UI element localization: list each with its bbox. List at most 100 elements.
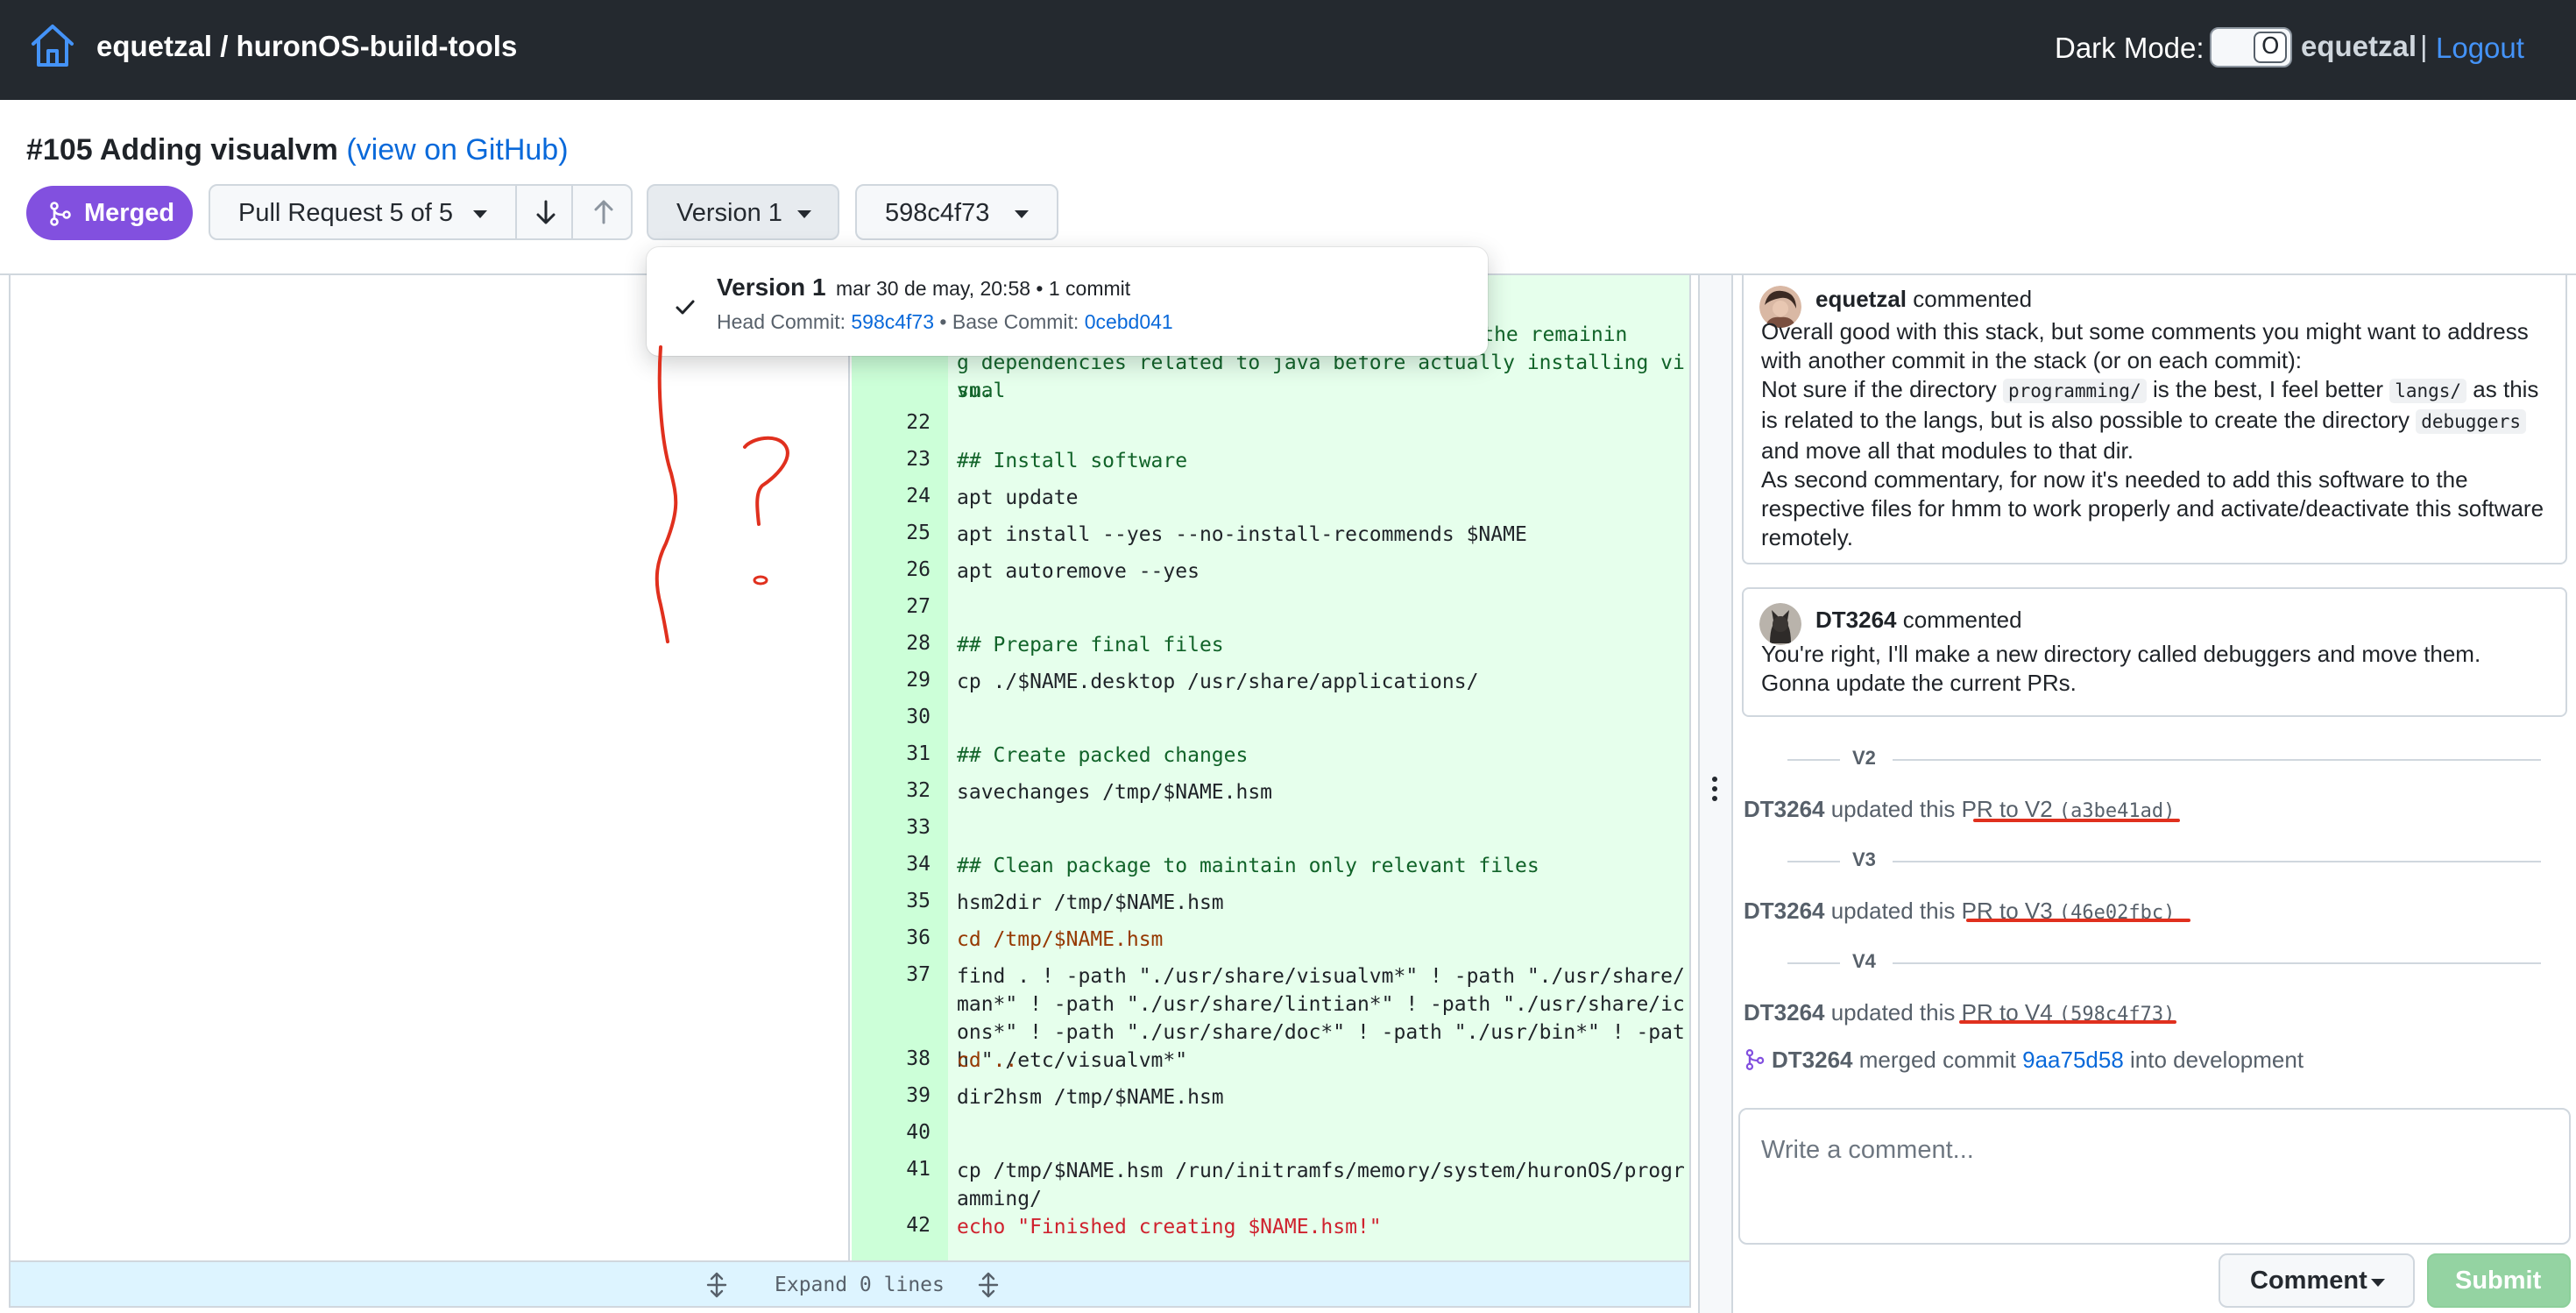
line-number: 29 (906, 669, 931, 692)
view-on-github-link[interactable]: (view on GitHub) (346, 133, 568, 167)
comment-action: commented (1913, 286, 2033, 312)
merge-icon (1745, 1049, 1765, 1070)
submit-label: Submit (2455, 1267, 2542, 1295)
base-commit-link[interactable]: 0cebd041 (1085, 310, 1173, 333)
line-number: 24 (906, 485, 931, 507)
red-underline-annotation (1966, 919, 2190, 922)
line-number: 37 (906, 963, 931, 986)
version-selector-label: Version 1 (676, 199, 782, 227)
version-label: V4 (1852, 950, 1876, 972)
version-option-name[interactable]: Version 1 (717, 273, 826, 302)
event-user[interactable]: DT3264 (1744, 898, 1825, 924)
current-username: equetzal (2301, 30, 2417, 62)
avatar (1759, 603, 1801, 645)
event-user[interactable]: DT3264 (1744, 999, 1825, 1026)
expand-lines-label[interactable]: Expand 0 lines (775, 1274, 945, 1296)
red-underline-annotation (1959, 1020, 2176, 1024)
version-divider: V2 (1787, 747, 2541, 773)
comment-textarea[interactable]: Write a comment... (1738, 1108, 2571, 1245)
code-line: ## Prepare final files (957, 634, 1224, 656)
version-selector[interactable]: Version 1 (647, 184, 839, 240)
pr-title-text: #105 Adding visualvm (26, 133, 338, 167)
kebab-icon[interactable] (1712, 777, 1719, 806)
line-number: 25 (906, 522, 931, 544)
event-user[interactable]: DT3264 (1744, 796, 1825, 822)
comment-author-name[interactable]: equetzal (1815, 286, 1907, 312)
line-number: 34 (906, 853, 931, 876)
code-line: savechanges /tmp/$NAME.hsm (957, 781, 1273, 804)
code-line: cp ./$NAME.desktop /usr/share/applicatio… (957, 671, 1479, 693)
submit-button[interactable]: Submit (2427, 1253, 2571, 1308)
comment-action: commented (1902, 607, 2022, 633)
merge-commit-link[interactable]: 9aa75d58 (2022, 1047, 2124, 1073)
code-line: ## Clean package to maintain only releva… (957, 855, 1539, 877)
chevron-down-icon (473, 210, 487, 218)
comment-card: equetzal commented Overall good with thi… (1742, 275, 2567, 564)
line-number: 35 (906, 890, 931, 912)
comment-card: DT3264 commented You're right, I'll make… (1742, 587, 2567, 717)
home-icon[interactable] (28, 21, 77, 70)
user-separator: | (2420, 30, 2428, 62)
pull-request-selector-label: Pull Request 5 of 5 (238, 199, 454, 227)
comment-author: equetzal commented (1815, 286, 2032, 313)
code-line: cp /tmp/$NAME.hsm /run/initramfs/memory/… (957, 1160, 1685, 1210)
head-commit-link[interactable]: 598c4f73 (851, 310, 934, 333)
line-number: 33 (906, 816, 931, 839)
line-number: 39 (906, 1084, 931, 1107)
line-number: 40 (906, 1121, 931, 1144)
line-number: 36 (906, 926, 931, 949)
comment-body: You're right, I'll make a new directory … (1761, 641, 2481, 696)
inline-code: debuggers (2416, 409, 2526, 434)
code-line: ## Install software (957, 450, 1188, 472)
expand-icon[interactable] (703, 1271, 731, 1299)
comment-paragraph: Overall good with this stack, but some c… (1761, 318, 2529, 373)
top-navigation-bar: equetzal / huronOS-build-tools Dark Mode… (0, 0, 2576, 100)
code-line: apt autoremove --yes (957, 560, 1200, 583)
code-line: ## Create packed changes (957, 744, 1249, 767)
comment-dropdown-label: Comment (2250, 1267, 2367, 1295)
next-pr-button[interactable] (515, 184, 573, 240)
comment-placeholder: Write a comment... (1761, 1136, 1974, 1164)
code-line: dir2hsm /tmp/$NAME.hsm (957, 1086, 1224, 1109)
pull-request-selector[interactable]: Pull Request 5 of 5 (209, 184, 517, 240)
code-line: hsm2dir /tmp/$NAME.hsm (957, 891, 1224, 914)
chevron-down-icon (797, 210, 811, 218)
comment-author-name[interactable]: DT3264 (1815, 607, 1897, 633)
code-line: apt install --yes --no-install-recommend… (957, 523, 1527, 546)
pull-request-title: #105 Adding visualvm (view on GitHub) (26, 133, 569, 167)
expand-icon[interactable] (974, 1271, 1002, 1299)
code-fragment: vm. (957, 380, 994, 402)
comment-type-dropdown[interactable]: Comment (2219, 1253, 2415, 1308)
hand-drawn-annotation (655, 345, 789, 643)
toggle-off-glyph: O (2261, 33, 2280, 60)
code-line: apt update (957, 486, 1079, 509)
commit-selector[interactable]: 598c4f73 (855, 184, 1058, 240)
version-option-date: mar 30 de may, 20:58 • 1 commit (836, 277, 1131, 300)
line-number: 22 (906, 411, 931, 434)
logout-link[interactable]: Logout (2436, 32, 2524, 65)
commit-selector-label: 598c4f73 (885, 199, 990, 227)
line-number: 31 (906, 742, 931, 765)
previous-pr-button[interactable] (571, 184, 633, 240)
line-number: 41 (906, 1158, 931, 1181)
dark-mode-label: Dark Mode: (2055, 32, 2204, 64)
event-user[interactable]: DT3264 (1772, 1047, 1853, 1073)
comment-body: Overall good with this stack, but some c… (1761, 317, 2548, 552)
inline-code: programming/ (2003, 379, 2147, 403)
panel-resize-handle[interactable] (1698, 275, 1733, 1313)
expand-lines-bar[interactable]: Expand 0 lines (11, 1260, 1689, 1306)
diff-panel: vm depends on jav dependencies, ling the… (9, 275, 1691, 1308)
dark-mode-toggle[interactable]: O (2210, 27, 2292, 67)
line-number: 27 (906, 595, 931, 618)
merge-event: DT3264 merged commit 9aa75d58 into devel… (1744, 1047, 2304, 1074)
merged-label: Merged (84, 199, 175, 227)
merge-icon (50, 202, 71, 226)
version-divider: V3 (1787, 848, 2541, 875)
arrow-down-icon (536, 200, 556, 224)
line-number: 23 (906, 448, 931, 471)
version-dropdown-menu: Version 1 mar 30 de may, 20:58 • 1 commi… (647, 247, 1488, 356)
code-line: cd /tmp/$NAME.hsm (957, 928, 1164, 951)
repo-title[interactable]: equetzal / huronOS-build-tools (96, 30, 517, 63)
conversation-timeline: equetzal commented Overall good with thi… (1735, 275, 2576, 1313)
line-number: 28 (906, 632, 931, 655)
